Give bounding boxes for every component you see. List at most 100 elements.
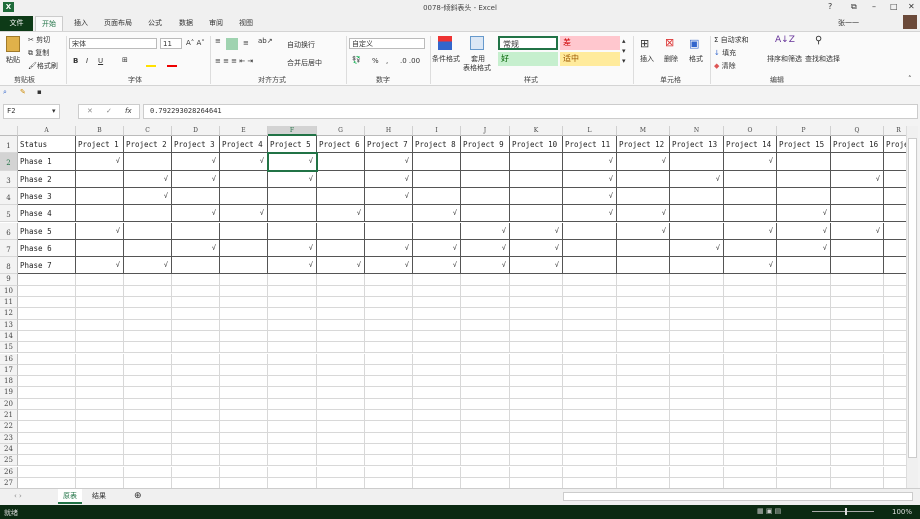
decimal-icons[interactable]: .0 .00 <box>400 57 420 65</box>
cell-G2[interactable] <box>317 153 365 171</box>
cell-D12[interactable] <box>172 308 220 320</box>
tab-formulas[interactable]: 公式 <box>142 16 168 31</box>
zoom-slider-thumb[interactable] <box>845 508 847 515</box>
cell-H23[interactable] <box>365 432 413 444</box>
cell-C21[interactable] <box>124 410 172 422</box>
column-header-g[interactable]: G <box>317 126 365 136</box>
styles-scroll-icon[interactable]: ▴ ▾ ▾ <box>622 36 626 66</box>
cell-K8[interactable]: √ <box>510 257 563 275</box>
cell-I2[interactable] <box>413 153 461 171</box>
bold-button[interactable]: B <box>73 57 78 65</box>
cell-C6[interactable] <box>124 222 172 240</box>
cell-A10[interactable] <box>18 285 76 297</box>
cell-N14[interactable] <box>670 330 724 343</box>
cell-C12[interactable] <box>124 308 172 320</box>
cell-A23[interactable] <box>18 432 76 444</box>
cell-L21[interactable] <box>563 410 617 422</box>
cell-G12[interactable] <box>317 308 365 320</box>
cell-G23[interactable] <box>317 432 365 444</box>
cell-M6[interactable]: √ <box>617 222 670 240</box>
cell-J6[interactable]: √ <box>461 222 510 240</box>
scroll-thumb[interactable] <box>908 138 917 458</box>
cell-O22[interactable] <box>724 421 777 433</box>
italic-button[interactable]: I <box>86 57 88 65</box>
cell-I24[interactable] <box>413 443 461 456</box>
cell-E16[interactable] <box>220 353 268 365</box>
column-header-k[interactable]: K <box>510 126 563 136</box>
cell-C13[interactable] <box>124 319 172 331</box>
cell-N13[interactable] <box>670 319 724 331</box>
prev-sheet-icon[interactable]: ‹ › <box>14 492 22 500</box>
cell-R22[interactable] <box>884 421 906 433</box>
cell-P11[interactable] <box>777 297 831 309</box>
cell-I10[interactable] <box>413 285 461 297</box>
cell-P23[interactable] <box>777 432 831 444</box>
cell-G17[interactable] <box>317 364 365 377</box>
cell-M14[interactable] <box>617 330 670 343</box>
cell-N27[interactable] <box>670 477 724 488</box>
cell-A7[interactable]: Phase 6 <box>18 239 76 258</box>
cell-H4[interactable]: √ <box>365 187 413 206</box>
cell-G14[interactable] <box>317 330 365 343</box>
cell-M8[interactable] <box>617 257 670 275</box>
cell-J3[interactable] <box>461 170 510 188</box>
cell-H19[interactable] <box>365 387 413 399</box>
cell-B24[interactable] <box>76 443 124 456</box>
cell-G8[interactable]: √ <box>317 257 365 275</box>
cell-N7[interactable]: √ <box>670 239 724 258</box>
cell-G25[interactable] <box>317 455 365 467</box>
cell-N10[interactable] <box>670 285 724 297</box>
cell-K11[interactable] <box>510 297 563 309</box>
cell-B6[interactable]: √ <box>76 222 124 240</box>
sort-filter-button[interactable]: 排序和筛选 <box>767 54 802 64</box>
cell-L15[interactable] <box>563 342 617 354</box>
cell-K5[interactable] <box>510 205 563 223</box>
cell-G27[interactable] <box>317 477 365 488</box>
cell-B22[interactable] <box>76 421 124 433</box>
cell-A17[interactable] <box>18 364 76 377</box>
cell-P27[interactable] <box>777 477 831 488</box>
cell-I1[interactable]: Project 8 <box>413 136 461 154</box>
cell-E9[interactable] <box>220 274 268 286</box>
cell-I14[interactable] <box>413 330 461 343</box>
cell-C15[interactable] <box>124 342 172 354</box>
column-header-m[interactable]: M <box>617 126 670 136</box>
add-sheet-icon[interactable]: ⊕ <box>134 491 142 501</box>
formula-input[interactable]: 0.792293028264641 <box>143 104 918 119</box>
cell-B1[interactable]: Project 1 <box>76 136 124 154</box>
cell-A18[interactable] <box>18 376 76 388</box>
cell-N5[interactable] <box>670 205 724 223</box>
cell-N20[interactable] <box>670 398 724 410</box>
tab-file[interactable]: 文件 <box>0 16 33 31</box>
cell-O27[interactable] <box>724 477 777 488</box>
cell-E23[interactable] <box>220 432 268 444</box>
cell-M16[interactable] <box>617 353 670 365</box>
column-header-n[interactable]: N <box>670 126 724 136</box>
cell-O2[interactable]: √ <box>724 153 777 171</box>
cell-B14[interactable] <box>76 330 124 343</box>
cell-R10[interactable] <box>884 286 906 297</box>
cell-P2[interactable] <box>777 153 831 171</box>
cell-D8[interactable] <box>172 257 220 275</box>
cell-L2[interactable]: √ <box>563 153 617 171</box>
cell-B15[interactable] <box>76 342 124 354</box>
cell-A13[interactable] <box>18 319 76 331</box>
cell-N23[interactable] <box>670 432 724 444</box>
row-header-11[interactable]: 11 <box>0 297 18 309</box>
cell-J25[interactable] <box>461 455 510 467</box>
row-header-17[interactable]: 17 <box>0 364 18 377</box>
cell-L17[interactable] <box>563 364 617 377</box>
cell-M27[interactable] <box>617 477 670 488</box>
cell-B25[interactable] <box>76 455 124 467</box>
cell-D17[interactable] <box>172 364 220 377</box>
cell-E18[interactable] <box>220 376 268 388</box>
cell-O9[interactable] <box>724 274 777 286</box>
cell-O10[interactable] <box>724 285 777 297</box>
cell-R11[interactable] <box>884 297 906 309</box>
cell-B5[interactable] <box>76 205 124 223</box>
cell-N26[interactable] <box>670 466 724 478</box>
cell-E12[interactable] <box>220 308 268 320</box>
cell-H10[interactable] <box>365 285 413 297</box>
cell-O18[interactable] <box>724 376 777 388</box>
column-header-d[interactable]: D <box>172 126 220 136</box>
